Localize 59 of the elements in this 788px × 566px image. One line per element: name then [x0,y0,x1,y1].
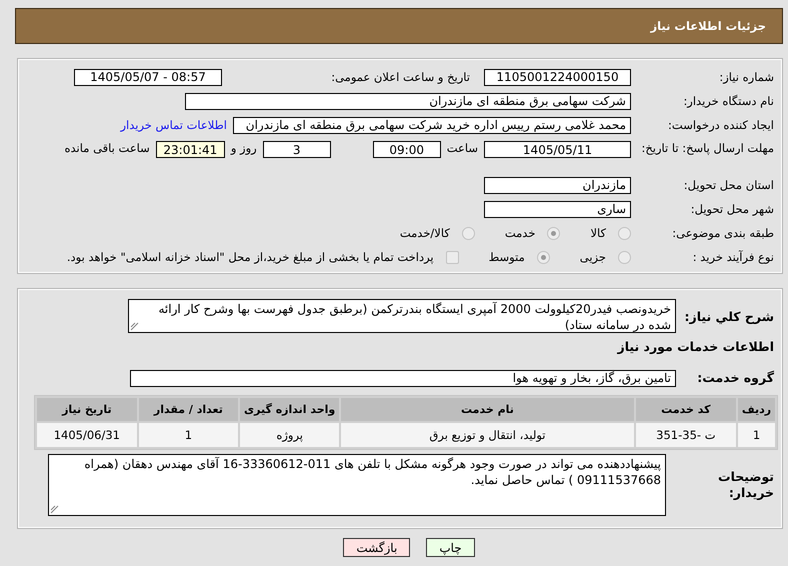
print-button[interactable]: چاپ [426,538,475,557]
column-header: تاریخ نیاز [37,398,137,421]
remaining-time-field: 23:01:41 [156,141,225,158]
field-label: شهر محل تحویل: [690,202,775,216]
deadline-date-field: 1405/05/11 [484,141,631,158]
column-header: واحد اندازه گیری [240,398,340,421]
field-label: تاریخ و ساعت اعلان عمومی: [330,70,471,84]
back-button[interactable]: بازگشت [343,538,410,557]
radio-button[interactable] [618,226,631,240]
field-label: نوع فرآیند خرید : [692,250,775,264]
table-cell: 1 [138,423,238,447]
table-cell: ت -35-351 [636,423,736,447]
radio-button[interactable] [536,250,550,264]
radio-button[interactable] [462,226,475,240]
field-label: طبقه بندی موضوعی: [671,226,775,240]
field-label: گروه خدمت: [696,370,775,386]
time-label: ساعت [446,141,478,155]
field-label: استان محل تحویل: [682,178,775,192]
column-header: نام خدمت [341,398,634,421]
radio-button[interactable] [618,250,631,264]
notes-box: پیشنهاددهنده می تواند در صورت وجود هرگونه مشکل با تلفن های 011-33360612-16 آقای مهندس دهقان (همراه 09111537668 ) تماس حاصل نماید. [48,454,666,516]
table-cell: 1 [738,423,775,447]
option-label: جزیی [580,250,606,264]
province-field: مازندران [484,176,631,194]
field-label: توضیحات خریدار: [717,469,775,501]
days-field: 3 [262,141,331,158]
field-label: مهلت ارسال پاسخ: تا تاریخ: [640,141,775,156]
option-label: کالا/خدمت [400,226,450,240]
city-field: ساری [484,200,631,218]
column-header: کد خدمت [636,398,736,421]
table-cell: تولید، انتقال و توزیع برق [341,423,634,447]
field-label: ایجاد کننده درخواست: [667,118,775,132]
column-header: تعداد / مقدار [138,398,238,421]
requester-field: محمد غلامی رستم رییس اداره خرید شرکت سهامی برق منطقه ای مازندران [233,116,631,134]
page-title: جزئیات اطلاعات نیاز [650,19,766,33]
field-label: شماره نیاز: [718,70,775,84]
need-number-field: 1105001224000150 [484,68,631,86]
description-box: خریدونصب فیدر20کیلوولت 2000 آمپری ایستگاه بندرترکمن (برطبق جدول فهرست بها وشرح کار ارائه شده در سامانه ستاد) [128,299,676,333]
buyer-contact-link[interactable]: اطلاعات تماس خریدار [120,118,227,132]
field-label: شرح کلي نیاز: [684,308,775,325]
section-title: اطلاعات خدمات مورد نیاز [616,339,775,355]
option-label: کالا [590,226,606,240]
option-label: پرداخت تمام یا بخشی از مبلغ خرید،از محل "اسناد خزانه اسلامی" خواهد بود. [66,250,434,264]
table-cell: پروژه [240,423,340,447]
service-group-field: تامین برق، گاز، بخار و تهویه هوا [130,370,676,386]
checkbox[interactable] [446,250,459,264]
column-header: ردیف [738,398,775,421]
remaining-label: ساعت باقی مانده [64,141,150,155]
option-label: خدمت [504,226,536,240]
resize-grip-icon[interactable] [50,505,59,514]
option-label: متوسط [488,250,525,264]
resize-grip-icon[interactable] [130,322,139,331]
field-label: نام دستگاه خریدار: [682,94,775,108]
days-label: روز و [230,141,257,155]
deadline-time-field: 09:00 [372,141,441,158]
radio-button[interactable] [547,226,560,240]
buyer-org-field: شرکت سهامی برق منطقه ای مازندران [185,92,631,110]
table-cell: 1405/06/31 [37,423,137,447]
announce-date-field: 1405/05/07 - 08:57 [74,68,222,86]
